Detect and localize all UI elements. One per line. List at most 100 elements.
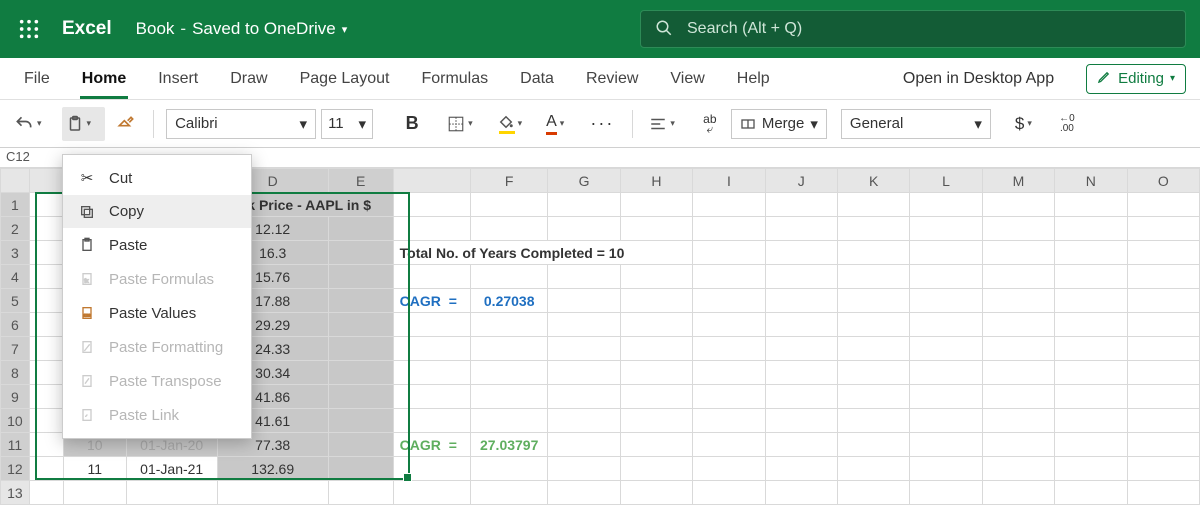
select-all-corner[interactable] bbox=[1, 169, 30, 193]
menu-paste-formatting: Paste Formatting bbox=[63, 330, 251, 364]
cell[interactable]: CAGR = bbox=[393, 433, 470, 457]
name-box[interactable]: C12 bbox=[4, 148, 48, 164]
cell[interactable]: CAGR = bbox=[393, 289, 470, 313]
currency-button[interactable]: $ ▾ bbox=[1011, 107, 1046, 141]
menu-paste[interactable]: Paste bbox=[63, 228, 251, 262]
clipboard-link-icon bbox=[77, 406, 97, 424]
chevron-down-icon: ▾ bbox=[1170, 73, 1175, 84]
menu-label: Paste Formulas bbox=[109, 271, 214, 288]
merge-label: Merge bbox=[762, 115, 805, 132]
menu-cut[interactable]: ✂ Cut bbox=[63, 161, 251, 195]
search-input[interactable] bbox=[687, 20, 1171, 38]
chevron-down-icon: ▾ bbox=[560, 118, 565, 129]
col-header[interactable]: K bbox=[837, 169, 909, 193]
document-title[interactable]: Book - Saved to OneDrive ▾ bbox=[136, 19, 348, 39]
editing-label: Editing bbox=[1118, 70, 1164, 87]
chevron-down-icon: ▾ bbox=[37, 118, 42, 129]
chevron-down-icon: ▾ bbox=[974, 115, 982, 133]
col-header[interactable]: I bbox=[693, 169, 765, 193]
cell[interactable]: 27.03797 bbox=[470, 433, 547, 457]
tab-draw[interactable]: Draw bbox=[214, 58, 283, 99]
menu-label: Paste Link bbox=[109, 407, 179, 424]
chevron-down-icon: ▾ bbox=[1027, 118, 1032, 129]
fill-color-button[interactable]: ▾ bbox=[493, 107, 537, 141]
menu-label: Cut bbox=[109, 170, 132, 187]
borders-button[interactable]: ▾ bbox=[443, 107, 487, 141]
svg-text:fx: fx bbox=[84, 278, 88, 284]
menu-copy[interactable]: Copy bbox=[63, 195, 251, 228]
chevron-down-icon: ▾ bbox=[300, 115, 308, 133]
font-size-select[interactable]: 11 ▾ bbox=[321, 109, 373, 139]
merge-button[interactable]: Merge ▾ bbox=[731, 109, 827, 139]
align-button[interactable]: ▾ bbox=[645, 107, 689, 141]
titlebar: Excel Book - Saved to OneDrive ▾ bbox=[0, 0, 1200, 58]
tab-insert[interactable]: Insert bbox=[142, 58, 214, 99]
undo-button[interactable]: ▾ bbox=[10, 107, 56, 141]
doc-name: Book bbox=[136, 19, 175, 39]
save-status: Saved to OneDrive bbox=[192, 19, 336, 39]
editing-mode-button[interactable]: Editing ▾ bbox=[1086, 64, 1186, 94]
tab-formulas[interactable]: Formulas bbox=[405, 58, 504, 99]
tab-data[interactable]: Data bbox=[504, 58, 570, 99]
wrap-text-button[interactable]: ab⤶ bbox=[695, 107, 725, 141]
clipboard-123-icon: 123 bbox=[77, 304, 97, 322]
menu-label: Paste Formatting bbox=[109, 339, 223, 356]
cell[interactable]: 01-Jan-21 bbox=[126, 457, 217, 481]
table-row[interactable]: 12 11 01-Jan-21 132.69 bbox=[1, 457, 1200, 481]
tab-help[interactable]: Help bbox=[721, 58, 786, 99]
number-format-label: General bbox=[850, 115, 903, 132]
open-desktop-button[interactable]: Open in Desktop App bbox=[885, 70, 1072, 88]
cell[interactable]: 11 bbox=[63, 457, 126, 481]
clipboard-fx-icon: fx bbox=[77, 270, 97, 288]
tab-page-layout[interactable]: Page Layout bbox=[284, 58, 406, 99]
font-color-button[interactable]: A ▾ bbox=[542, 107, 578, 141]
clipboard-icon bbox=[77, 236, 97, 254]
menu-label: Paste Transpose bbox=[109, 373, 222, 390]
table-row[interactable]: 13 bbox=[1, 481, 1200, 505]
cell[interactable]: Total No. of Years Completed = 10 bbox=[393, 241, 693, 265]
tab-file[interactable]: File bbox=[8, 58, 66, 99]
paste-button[interactable]: ▾ bbox=[62, 107, 106, 141]
col-header[interactable] bbox=[393, 169, 470, 193]
col-spacer[interactable] bbox=[29, 169, 63, 193]
col-header[interactable]: G bbox=[548, 169, 620, 193]
col-header[interactable]: F bbox=[470, 169, 547, 193]
col-header[interactable]: M bbox=[982, 169, 1054, 193]
tab-view[interactable]: View bbox=[654, 58, 720, 99]
number-format-select[interactable]: General ▾ bbox=[841, 109, 991, 139]
app-launcher-button[interactable] bbox=[0, 0, 58, 58]
chevron-down-icon: ▾ bbox=[468, 118, 473, 129]
font-color-icon: A bbox=[546, 113, 557, 135]
col-header[interactable]: N bbox=[1055, 169, 1127, 193]
col-header[interactable]: O bbox=[1127, 169, 1199, 193]
chevron-down-icon: ▾ bbox=[670, 118, 675, 129]
menu-paste-formulas: fx Paste Formulas bbox=[63, 262, 251, 296]
currency-label: $ bbox=[1015, 114, 1024, 134]
clipboard-format-icon bbox=[77, 338, 97, 356]
tab-home[interactable]: Home bbox=[66, 58, 142, 99]
font-size-label: 11 bbox=[328, 115, 344, 132]
svg-text:123: 123 bbox=[84, 312, 91, 317]
scissors-icon: ✂ bbox=[77, 169, 97, 187]
menu-paste-values[interactable]: 123 Paste Values bbox=[63, 296, 251, 330]
paste-context-menu: ✂ Cut Copy Paste fx Paste Formulas 123 P… bbox=[62, 154, 252, 439]
chevron-down-icon: ▾ bbox=[87, 118, 92, 129]
bold-button[interactable]: B bbox=[397, 107, 427, 141]
app-name[interactable]: Excel bbox=[62, 18, 112, 40]
decimal-button[interactable]: ←0.00 bbox=[1052, 107, 1082, 141]
search-box[interactable] bbox=[640, 10, 1186, 48]
col-header[interactable]: L bbox=[910, 169, 982, 193]
font-name-select[interactable]: Calibri ▾ bbox=[166, 109, 316, 139]
cell[interactable]: 0.27038 bbox=[470, 289, 547, 313]
menu-label: Copy bbox=[109, 203, 144, 220]
format-painter-button[interactable] bbox=[111, 107, 141, 141]
ribbon-tabs: File Home Insert Draw Page Layout Formul… bbox=[0, 58, 1200, 100]
more-font-button[interactable]: ··· bbox=[584, 113, 620, 134]
col-header[interactable]: H bbox=[620, 169, 692, 193]
tab-review[interactable]: Review bbox=[570, 58, 654, 99]
col-header[interactable]: E bbox=[328, 169, 393, 193]
chevron-down-icon: ▾ bbox=[518, 118, 523, 129]
menu-label: Paste Values bbox=[109, 305, 196, 322]
cell[interactable]: 132.69 bbox=[217, 457, 328, 481]
col-header[interactable]: J bbox=[765, 169, 837, 193]
